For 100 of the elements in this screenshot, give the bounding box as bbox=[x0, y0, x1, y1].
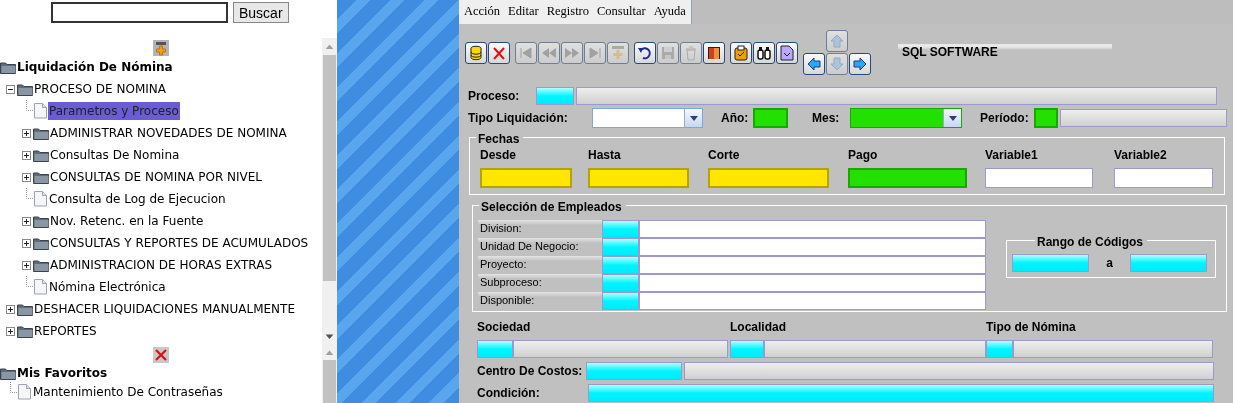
tree-item[interactable]: Nómina Electrónica bbox=[48, 278, 167, 296]
tree-item[interactable]: Consultas De Nomina bbox=[49, 146, 181, 164]
collapse-icon[interactable] bbox=[6, 84, 15, 94]
date-field[interactable] bbox=[848, 168, 967, 188]
cancel-button[interactable] bbox=[488, 41, 510, 64]
folder-icon bbox=[33, 170, 49, 184]
tree-item[interactable]: Nov. Retenc. en la Fuente bbox=[49, 212, 205, 230]
date-field[interactable] bbox=[1114, 168, 1213, 188]
expand-icon[interactable] bbox=[6, 304, 15, 314]
input-field[interactable] bbox=[730, 340, 764, 358]
tree-item[interactable]: PROCESO DE NOMINA bbox=[33, 80, 167, 98]
input-field[interactable] bbox=[1013, 340, 1213, 358]
folder-icon bbox=[33, 126, 49, 140]
document-button[interactable] bbox=[776, 41, 798, 64]
input-field[interactable] bbox=[639, 274, 986, 292]
left-button[interactable] bbox=[803, 52, 825, 75]
undo-icon bbox=[637, 44, 653, 61]
caret-icon bbox=[946, 113, 959, 123]
search-button[interactable]: Buscar bbox=[233, 2, 289, 23]
menu-item[interactable]: Consultar bbox=[597, 2, 646, 22]
page-icon bbox=[33, 103, 48, 119]
input-field[interactable] bbox=[576, 87, 1217, 105]
input-field[interactable] bbox=[684, 362, 1214, 380]
scrollbar[interactable] bbox=[322, 38, 338, 345]
date-field[interactable] bbox=[985, 168, 1093, 188]
arrow-right-icon bbox=[852, 55, 868, 72]
menu-item[interactable]: Registro bbox=[546, 2, 589, 22]
exit-button[interactable] bbox=[703, 41, 725, 64]
scroll-down-icon[interactable] bbox=[325, 334, 335, 339]
tree-item[interactable]: ADMINISTRACION DE HORAS EXTRAS bbox=[49, 256, 273, 274]
expand-icon[interactable] bbox=[22, 238, 31, 248]
tree-item[interactable]: Mantenimiento De Contraseñas bbox=[32, 382, 224, 401]
close-icon[interactable] bbox=[153, 346, 170, 363]
input-field[interactable] bbox=[986, 340, 1013, 358]
folder-icon bbox=[17, 82, 33, 96]
field-label: Variable2 bbox=[1114, 147, 1168, 164]
input-field[interactable] bbox=[639, 292, 986, 310]
menu-item[interactable]: Editar bbox=[508, 2, 539, 22]
input-field[interactable] bbox=[586, 362, 682, 380]
arrow-left-icon bbox=[806, 55, 822, 72]
tree-item[interactable]: DESHACER LIQUIDACIONES MANUALMENTE bbox=[33, 300, 296, 318]
tree-item[interactable]: Consulta de Log de Ejecucion bbox=[48, 190, 227, 208]
scrollbar[interactable] bbox=[322, 345, 338, 403]
folder-icon bbox=[17, 302, 33, 316]
caret-icon bbox=[687, 113, 700, 123]
folder-icon bbox=[0, 365, 16, 380]
tree-root[interactable]: Liquidación De Nómina bbox=[16, 58, 174, 76]
menu-item[interactable]: Acción bbox=[464, 2, 501, 22]
input-field[interactable] bbox=[1130, 254, 1207, 272]
right-button[interactable] bbox=[849, 52, 871, 75]
tree-line bbox=[26, 276, 33, 287]
scroll-up-icon[interactable] bbox=[325, 350, 335, 355]
input-field[interactable] bbox=[764, 340, 986, 358]
database-button[interactable] bbox=[465, 41, 487, 64]
tree-item[interactable]: CONSULTAS Y REPORTES DE ACUMULADOS bbox=[49, 234, 310, 252]
date-field[interactable] bbox=[708, 168, 829, 188]
dropdown[interactable] bbox=[592, 108, 703, 128]
field-label: Tipo Liquidación: bbox=[468, 110, 569, 127]
door-icon bbox=[706, 44, 722, 61]
input-field[interactable] bbox=[477, 340, 513, 358]
input-field[interactable] bbox=[1034, 108, 1058, 128]
input-field[interactable] bbox=[602, 220, 639, 238]
input-field[interactable] bbox=[602, 292, 639, 310]
undo-button[interactable] bbox=[634, 41, 656, 64]
date-field[interactable] bbox=[480, 168, 572, 188]
arrow-down-icon bbox=[829, 55, 845, 72]
expand-icon[interactable] bbox=[6, 326, 15, 336]
expand-icon[interactable] bbox=[22, 260, 31, 270]
tree-item[interactable]: ADMINISTRAR NOVEDADES DE NOMINA bbox=[49, 124, 288, 142]
input-field[interactable] bbox=[588, 384, 1214, 402]
expand-icon[interactable] bbox=[22, 172, 31, 182]
expand-icon[interactable] bbox=[22, 216, 31, 226]
input-field[interactable] bbox=[753, 108, 788, 128]
page-icon bbox=[33, 279, 48, 295]
date-field[interactable] bbox=[588, 168, 689, 188]
folder-icon bbox=[33, 148, 49, 162]
field-label: Proyecto: bbox=[478, 256, 602, 272]
input-field[interactable] bbox=[639, 220, 986, 238]
input-field[interactable] bbox=[602, 274, 639, 292]
search-field[interactable] bbox=[51, 2, 228, 23]
tree-item[interactable]: CONSULTAS DE NOMINA POR NIVEL bbox=[49, 168, 264, 186]
expand-icon[interactable] bbox=[22, 150, 31, 160]
input-field[interactable] bbox=[536, 87, 574, 105]
expand-icon[interactable] bbox=[22, 128, 31, 138]
input-field[interactable] bbox=[602, 238, 639, 256]
menu-item[interactable]: Ayuda bbox=[653, 2, 686, 22]
tree-line bbox=[26, 188, 33, 199]
input-field[interactable] bbox=[639, 256, 986, 274]
input-field[interactable] bbox=[602, 256, 639, 274]
input-field[interactable] bbox=[1012, 254, 1089, 272]
input-field[interactable] bbox=[513, 340, 728, 358]
tree-item[interactable]: REPORTES bbox=[33, 322, 98, 340]
dropdown[interactable] bbox=[850, 108, 962, 128]
scroll-up-icon[interactable] bbox=[325, 44, 335, 49]
clipboard-button[interactable] bbox=[730, 41, 752, 64]
field-label: Mes: bbox=[812, 110, 841, 127]
input-field[interactable] bbox=[1060, 109, 1227, 127]
tree-root[interactable]: Mis Favoritos bbox=[16, 363, 109, 382]
find-button[interactable] bbox=[753, 41, 775, 64]
input-field[interactable] bbox=[639, 238, 986, 256]
